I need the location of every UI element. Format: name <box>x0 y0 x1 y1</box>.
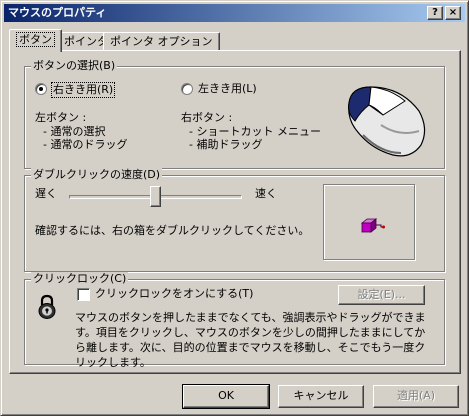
tab-pointers-label: ポインタ <box>64 35 108 48</box>
tab-buttons[interactable]: ボタン <box>9 29 62 52</box>
button-selection-label: ボタンの選択(B) <box>31 59 118 73</box>
jack-in-the-box-icon[interactable] <box>360 217 386 235</box>
right-button-item-drag: - 補助ドラッグ <box>189 138 263 151</box>
apply-button[interactable]: 適用(A) <box>373 385 459 408</box>
double-click-speed-group: ダブルクリックの速度(D) 遅く 速く 確認するには、右の箱をダブルクリックして… <box>24 168 445 272</box>
right-handed-label[interactable]: 右きき用(R) <box>51 82 116 98</box>
click-lock-group: クリックロック(C) クリックロックをオンにする(T) 設定(E)... マウス… <box>24 272 445 369</box>
tab-panel-buttons: ボタンの選択(B) 右きき用(R) 左きき用(L) 左ボタン : - 通常の選択… <box>9 50 461 374</box>
left-button-title: 左ボタン : <box>35 111 87 124</box>
mouse-illustration-icon <box>348 86 426 157</box>
mouse-properties-window: マウスのプロパティ ? × ボタン ポインタ ポインタ オプション ボタンの選択… <box>0 0 469 416</box>
cancel-button[interactable]: キャンセル <box>278 385 364 408</box>
right-button-item-menu: - ショートカット メニュー <box>189 125 321 138</box>
click-lock-checkbox[interactable] <box>77 288 90 301</box>
close-button[interactable]: × <box>445 6 461 20</box>
click-lock-checkbox-label[interactable]: クリックロックをオンにする(T) <box>95 287 253 301</box>
fast-label: 速く <box>255 187 277 200</box>
title-bar[interactable]: マウスのプロパティ ? × <box>4 4 465 22</box>
double-click-hint: 確認するには、右の箱をダブルクリックしてください。 <box>35 224 310 237</box>
left-handed-label[interactable]: 左きき用(L) <box>198 82 257 96</box>
tab-buttons-label: ボタン <box>16 32 55 47</box>
slow-label: 遅く <box>35 187 57 200</box>
click-lock-description: マウスのボタンを押したままでなくても、強調表示やドラッグができます。項目をクリッ… <box>75 311 426 369</box>
padlock-icon <box>38 294 56 319</box>
left-button-item-select: - 通常の選択 <box>43 125 106 138</box>
right-handed-radio[interactable] <box>35 83 47 95</box>
help-button[interactable]: ? <box>427 6 443 20</box>
window-title: マウスのプロパティ <box>8 6 107 19</box>
click-lock-settings-button[interactable]: 設定(E)... <box>338 285 425 305</box>
double-click-speed-label: ダブルクリックの速度(D) <box>31 168 163 182</box>
double-click-speed-slider-thumb[interactable] <box>150 186 161 207</box>
ok-button[interactable]: OK <box>182 384 270 409</box>
left-handed-radio[interactable] <box>181 83 193 95</box>
right-button-title: 右ボタン : <box>181 111 233 124</box>
tab-pointer-options-label: ポインタ オプション <box>110 35 213 48</box>
left-button-item-drag: - 通常のドラッグ <box>43 138 128 151</box>
click-lock-label: クリックロック(C) <box>31 272 129 286</box>
double-click-test-area[interactable] <box>323 184 415 260</box>
tab-pointer-options[interactable]: ポインタ オプション <box>103 32 220 51</box>
button-selection-group: ボタンの選択(B) 右きき用(R) 左きき用(L) 左ボタン : - 通常の選択… <box>24 59 445 169</box>
